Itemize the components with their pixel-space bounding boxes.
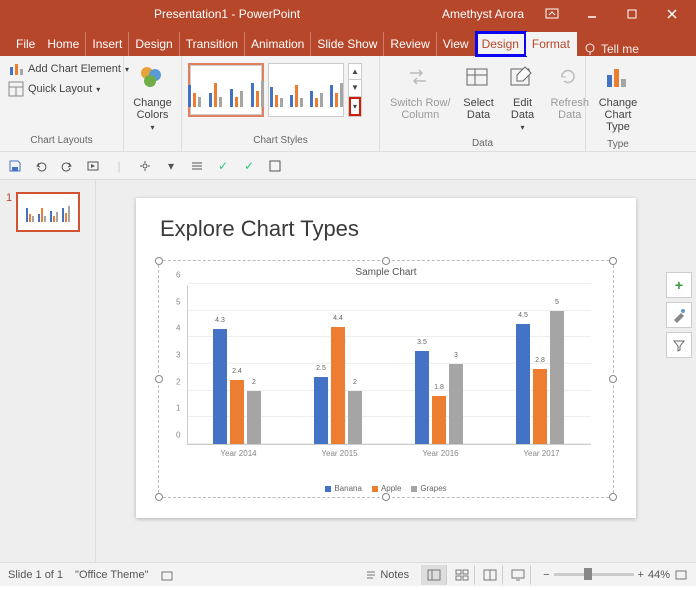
switch-row-col-button: Switch Row/ Column <box>384 59 457 136</box>
tab-animations[interactable]: Animation <box>245 32 311 56</box>
chart-plot: 01234564.32.42Year 20142.54.42Year 20153… <box>187 285 591 445</box>
handle-e[interactable] <box>609 375 617 383</box>
status-a11y-icon[interactable] <box>160 568 174 582</box>
view-buttons <box>421 565 531 585</box>
chart-object[interactable]: Sample Chart 01234564.32.42Year 20142.54… <box>158 260 614 498</box>
tab-transitions[interactable]: Transition <box>180 32 245 56</box>
chart-side-buttons: + <box>666 272 692 358</box>
chart-style-1[interactable] <box>188 63 264 117</box>
status-bar: Slide 1 of 1 "Office Theme" Notes − + 44… <box>0 562 696 586</box>
change-colors-button[interactable]: Change Colors▾ <box>128 59 177 136</box>
menu-bar: File Home Insert Design Transition Anima… <box>0 28 696 56</box>
group-type: Type <box>590 137 646 152</box>
handle-se[interactable] <box>609 493 617 501</box>
tab-home[interactable]: Home <box>41 32 86 56</box>
chart-legend: BananaAppleGrapes <box>159 484 613 493</box>
outline-icon[interactable] <box>188 157 206 175</box>
slide-thumbnail-1[interactable]: 1 <box>6 192 89 232</box>
select-data-button[interactable]: Select Data <box>457 59 501 136</box>
start-from-beginning-icon[interactable] <box>84 157 102 175</box>
tell-me-label: Tell me <box>601 42 639 56</box>
quick-layout-icon <box>8 81 24 97</box>
handle-s[interactable] <box>382 493 390 501</box>
add-chart-element-icon <box>8 61 24 77</box>
touch-mode-icon[interactable] <box>136 157 154 175</box>
close-button[interactable] <box>652 0 692 28</box>
zoom-control[interactable]: − + 44% <box>543 569 688 581</box>
title-bar: Presentation1 - PowerPoint Amethyst Aror… <box>0 0 696 28</box>
user-name[interactable]: Amethyst Arora <box>442 7 524 21</box>
tab-review[interactable]: Review <box>384 32 436 56</box>
edit-data-button[interactable]: Edit Data▾ <box>501 59 545 136</box>
refresh-icon <box>554 63 586 95</box>
handle-ne[interactable] <box>609 257 617 265</box>
zoom-out-icon[interactable]: − <box>543 569 549 581</box>
handle-n[interactable] <box>382 257 390 265</box>
slide-area[interactable]: Explore Chart Types Sample Chart 0123456… <box>96 180 696 562</box>
fit-to-window-icon[interactable] <box>674 569 688 581</box>
workspace: 1 Explore Chart Types Sample Chart 01234… <box>0 180 696 562</box>
tab-design[interactable]: Design <box>129 32 179 56</box>
reading-view-icon[interactable] <box>477 565 503 585</box>
qat-more-icon[interactable]: ▾ <box>162 157 180 175</box>
zoom-value[interactable]: 44% <box>648 569 670 581</box>
handle-nw[interactable] <box>155 257 163 265</box>
status-theme: "Office Theme" <box>75 569 148 581</box>
gallery-down-icon[interactable]: ▼ <box>349 80 361 96</box>
spell-check-2-icon[interactable]: ✓ <box>240 157 258 175</box>
quick-access-toolbar: | ▾ ✓ ✓ <box>0 152 696 180</box>
change-chart-type-button[interactable]: Change Chart Type <box>590 59 646 137</box>
tab-insert[interactable]: Insert <box>86 32 129 56</box>
chart-styles-gallery[interactable]: ▲▼▾ <box>186 59 375 121</box>
qat-sep: | <box>110 157 128 175</box>
ribbon: Add Chart Element▾ Quick Layout▾ Chart L… <box>0 56 696 152</box>
slide[interactable]: Explore Chart Types Sample Chart 0123456… <box>136 198 636 518</box>
add-chart-element-button[interactable]: Add Chart Element▾ <box>4 59 119 79</box>
redo-icon[interactable] <box>58 157 76 175</box>
group-data: Data <box>384 136 581 151</box>
tab-view[interactable]: View <box>437 32 476 56</box>
tab-slideshow[interactable]: Slide Show <box>311 32 384 56</box>
handle-w[interactable] <box>155 375 163 383</box>
gallery-scroll[interactable]: ▲▼▾ <box>348 63 362 117</box>
chart-style-2[interactable] <box>268 63 344 117</box>
select-data-icon <box>463 63 495 95</box>
group-chart-styles: Chart Styles <box>186 133 375 148</box>
tab-chart-design[interactable]: Design <box>476 32 526 56</box>
zoom-in-icon[interactable]: + <box>638 569 644 581</box>
normal-view-icon[interactable] <box>421 565 447 585</box>
tab-format[interactable]: Format <box>526 32 577 56</box>
chart-title[interactable]: Sample Chart <box>159 267 613 278</box>
change-chart-type-icon <box>602 63 634 95</box>
quick-layout-button[interactable]: Quick Layout▾ <box>4 79 119 99</box>
spell-check-icon[interactable]: ✓ <box>214 157 232 175</box>
chart-styles-button[interactable] <box>666 302 692 328</box>
app-title: Presentation1 - PowerPoint <box>154 7 300 21</box>
switch-icon <box>404 63 436 95</box>
group-chart-layouts: Chart Layouts <box>4 133 119 148</box>
gallery-more-icon[interactable]: ▾ <box>349 97 361 116</box>
undo-icon[interactable] <box>32 157 50 175</box>
zoom-slider[interactable] <box>554 573 634 576</box>
notes-button[interactable]: Notes <box>365 569 409 581</box>
change-colors-icon <box>137 63 169 95</box>
thumbnail-pane[interactable]: 1 <box>0 180 96 562</box>
edit-data-icon <box>507 63 539 95</box>
sorter-view-icon[interactable] <box>449 565 475 585</box>
minimize-button[interactable] <box>572 0 612 28</box>
maximize-button[interactable] <box>612 0 652 28</box>
status-slide: Slide 1 of 1 <box>8 569 63 581</box>
slide-title[interactable]: Explore Chart Types <box>160 216 612 242</box>
tell-me[interactable]: Tell me <box>583 42 639 56</box>
new-slide-icon[interactable] <box>266 157 284 175</box>
ribbon-options-icon[interactable] <box>532 0 572 28</box>
slideshow-view-icon[interactable] <box>505 565 531 585</box>
handle-sw[interactable] <box>155 493 163 501</box>
tab-file[interactable]: File <box>6 32 41 56</box>
chart-filters-button[interactable] <box>666 332 692 358</box>
gallery-up-icon[interactable]: ▲ <box>349 64 361 80</box>
chart-elements-button[interactable]: + <box>666 272 692 298</box>
save-icon[interactable] <box>6 157 24 175</box>
